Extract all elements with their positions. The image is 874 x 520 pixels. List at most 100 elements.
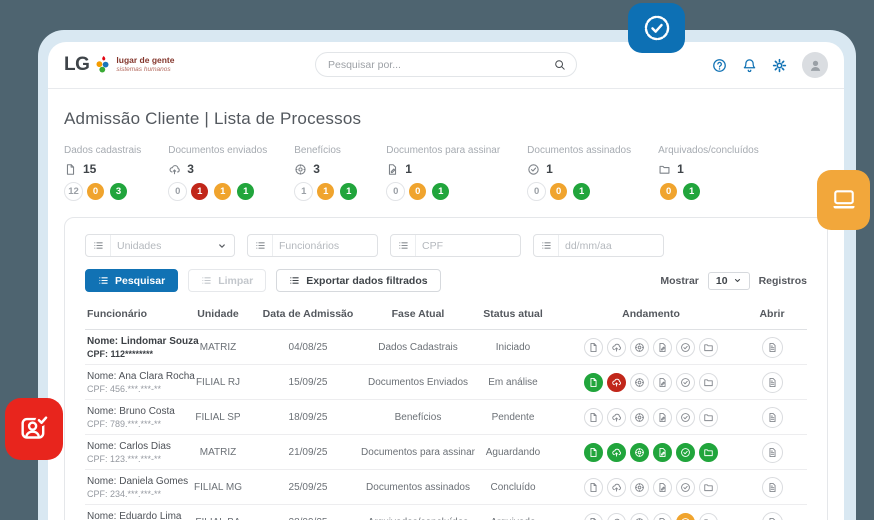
stat-count: 1 bbox=[405, 162, 412, 176]
stat-pill[interactable]: 0 bbox=[85, 181, 106, 202]
step-arquivados-icon[interactable] bbox=[699, 373, 718, 392]
step-documentos-enviados-icon[interactable] bbox=[607, 373, 626, 392]
step-documentos-assinados-icon[interactable] bbox=[676, 408, 695, 427]
step-documentos-enviados-icon[interactable] bbox=[607, 478, 626, 497]
step-dados-cadastrais-icon[interactable] bbox=[584, 373, 603, 392]
search-input[interactable] bbox=[326, 58, 554, 72]
step-documentos-assinados-icon[interactable] bbox=[676, 338, 695, 357]
limpar-button[interactable]: Limpar bbox=[188, 269, 266, 292]
stat-pill[interactable]: 0 bbox=[527, 182, 546, 201]
stat-pill[interactable]: 1 bbox=[571, 181, 592, 202]
employee-name: Nome: Ana Clara Rocha bbox=[87, 371, 195, 382]
list-icon bbox=[98, 275, 109, 286]
step-documentos-assinar-icon[interactable] bbox=[653, 338, 672, 357]
open-process-button[interactable] bbox=[762, 407, 783, 428]
stat-pill[interactable]: 0 bbox=[386, 182, 405, 201]
notifications-bell-icon[interactable] bbox=[742, 58, 757, 73]
user-avatar[interactable] bbox=[802, 52, 828, 78]
step-beneficios-icon[interactable] bbox=[630, 338, 649, 357]
funcionarios-input[interactable] bbox=[273, 240, 377, 252]
step-arquivados-icon[interactable] bbox=[699, 443, 718, 462]
global-search[interactable] bbox=[315, 52, 577, 77]
step-arquivados-icon[interactable] bbox=[699, 513, 718, 520]
stat-pill[interactable]: 1 bbox=[315, 181, 336, 202]
stat-pill[interactable]: 1 bbox=[212, 181, 233, 202]
step-beneficios-icon[interactable] bbox=[630, 513, 649, 520]
stat-pill[interactable]: 0 bbox=[548, 181, 569, 202]
open-process-button[interactable] bbox=[762, 372, 783, 393]
step-dados-cadastrais-icon[interactable] bbox=[584, 408, 603, 427]
step-dados-cadastrais-icon[interactable] bbox=[584, 513, 603, 520]
step-documentos-assinar-icon[interactable] bbox=[653, 478, 672, 497]
admission-date-field[interactable] bbox=[533, 234, 664, 257]
cpf-field[interactable] bbox=[390, 234, 521, 257]
list-icon bbox=[391, 235, 416, 256]
open-process-button[interactable] bbox=[762, 442, 783, 463]
settings-gear-icon[interactable] bbox=[772, 58, 787, 73]
stat-pill[interactable]: 0 bbox=[168, 182, 187, 201]
stat-pill[interactable]: 1 bbox=[294, 182, 313, 201]
document-sign-icon bbox=[386, 163, 399, 176]
step-documentos-assinados-icon[interactable] bbox=[676, 373, 695, 392]
stat-pill[interactable]: 1 bbox=[430, 181, 451, 202]
admission-date-cell: 04/08/25 bbox=[241, 342, 375, 353]
date-input[interactable] bbox=[559, 240, 663, 252]
cpf-input[interactable] bbox=[416, 240, 520, 252]
stat-pill[interactable]: 1 bbox=[189, 181, 210, 202]
progress-steps bbox=[565, 408, 737, 427]
step-dados-cadastrais-icon[interactable] bbox=[584, 478, 603, 497]
step-beneficios-icon[interactable] bbox=[630, 373, 649, 392]
open-process-button[interactable] bbox=[762, 477, 783, 498]
employee-cpf: CPF: 123.***.***-** bbox=[87, 454, 161, 464]
help-icon[interactable] bbox=[712, 58, 727, 73]
stat-pill[interactable]: 12 bbox=[64, 182, 83, 201]
step-beneficios-icon[interactable] bbox=[630, 478, 649, 497]
employee-cpf: CPF: 112******** bbox=[87, 349, 153, 359]
unit-cell: FILIAL MG bbox=[195, 482, 241, 493]
progress-steps bbox=[565, 338, 737, 357]
open-process-button[interactable] bbox=[762, 512, 783, 520]
step-dados-cadastrais-icon[interactable] bbox=[584, 338, 603, 357]
search-icon[interactable] bbox=[554, 59, 566, 71]
step-documentos-assinar-icon[interactable] bbox=[653, 443, 672, 462]
step-arquivados-icon[interactable] bbox=[699, 408, 718, 427]
step-documentos-assinar-icon[interactable] bbox=[653, 408, 672, 427]
unidades-select[interactable]: Unidades bbox=[85, 234, 235, 257]
stat-pill[interactable]: 3 bbox=[108, 181, 129, 202]
step-documentos-assinados-icon[interactable] bbox=[676, 443, 695, 462]
employee-name: Nome: Eduardo Lima bbox=[87, 511, 182, 520]
top-icons bbox=[712, 52, 828, 78]
step-beneficios-icon[interactable] bbox=[630, 408, 649, 427]
step-dados-cadastrais-icon[interactable] bbox=[584, 443, 603, 462]
stat-pill[interactable]: 1 bbox=[681, 181, 702, 202]
funcionarios-field[interactable] bbox=[247, 234, 378, 257]
stat-count: 15 bbox=[83, 162, 96, 176]
step-documentos-enviados-icon[interactable] bbox=[607, 408, 626, 427]
stat-pill[interactable]: 1 bbox=[338, 181, 359, 202]
step-documentos-assinar-icon[interactable] bbox=[653, 513, 672, 520]
pesquisar-button[interactable]: Pesquisar bbox=[85, 269, 178, 292]
exportar-button[interactable]: Exportar dados filtrados bbox=[276, 269, 440, 292]
phase-cell: Arquivados/concluídos bbox=[375, 517, 461, 520]
step-documentos-enviados-icon[interactable] bbox=[607, 513, 626, 520]
step-documentos-enviados-icon[interactable] bbox=[607, 443, 626, 462]
step-documentos-assinados-icon[interactable] bbox=[676, 478, 695, 497]
stat-pill[interactable]: 0 bbox=[658, 181, 679, 202]
step-beneficios-icon[interactable] bbox=[630, 443, 649, 462]
step-arquivados-icon[interactable] bbox=[699, 478, 718, 497]
step-documentos-assinar-icon[interactable] bbox=[653, 373, 672, 392]
step-arquivados-icon[interactable] bbox=[699, 338, 718, 357]
employee-name: Nome: Carlos Dias bbox=[87, 441, 171, 452]
check-circle-icon bbox=[527, 163, 540, 176]
stat-arquivados-concluidos: Arquivados/concluídos 1 0 1 bbox=[658, 145, 759, 202]
logo-pinwheel-icon bbox=[94, 56, 111, 74]
process-list-panel: Unidades bbox=[64, 217, 828, 520]
page-size-select[interactable]: 10 bbox=[708, 272, 750, 290]
stat-pill[interactable]: 0 bbox=[407, 181, 428, 202]
open-process-button[interactable] bbox=[762, 337, 783, 358]
step-documentos-enviados-icon[interactable] bbox=[607, 338, 626, 357]
status-cell: Em análise bbox=[461, 377, 565, 388]
stat-pill[interactable]: 1 bbox=[235, 181, 256, 202]
step-documentos-assinados-icon[interactable] bbox=[676, 513, 695, 520]
status-cell: Arquivado bbox=[461, 517, 565, 520]
